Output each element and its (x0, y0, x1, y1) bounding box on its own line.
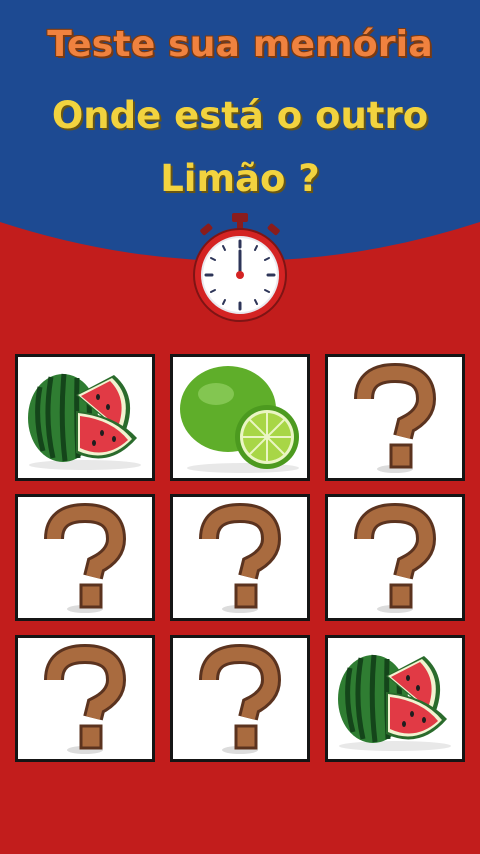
card-hidden[interactable] (15, 494, 155, 621)
memory-grid (15, 354, 465, 762)
question-mark-icon (354, 362, 437, 473)
question-line-2: Limão ? (160, 157, 320, 200)
watermelon-icon (28, 373, 141, 470)
card-hidden[interactable] (325, 354, 465, 481)
card-watermelon[interactable] (325, 635, 465, 762)
question-mark-icon (44, 502, 127, 613)
question-mark-icon (199, 643, 282, 754)
card-lime[interactable] (170, 354, 310, 481)
stopwatch-icon (193, 213, 287, 322)
card-hidden[interactable] (15, 635, 155, 762)
card-hidden[interactable] (170, 635, 310, 762)
card-hidden[interactable] (325, 494, 465, 621)
card-watermelon[interactable] (15, 354, 155, 481)
card-hidden[interactable] (170, 494, 310, 621)
watermelon-icon (338, 654, 451, 751)
question-mark-icon (44, 643, 127, 754)
lime-icon (180, 366, 299, 473)
question-line-1: Onde está o outro (51, 94, 429, 137)
question-mark-icon (354, 502, 437, 613)
page-title: Teste sua memória (47, 24, 433, 65)
question-mark-icon (199, 502, 282, 613)
